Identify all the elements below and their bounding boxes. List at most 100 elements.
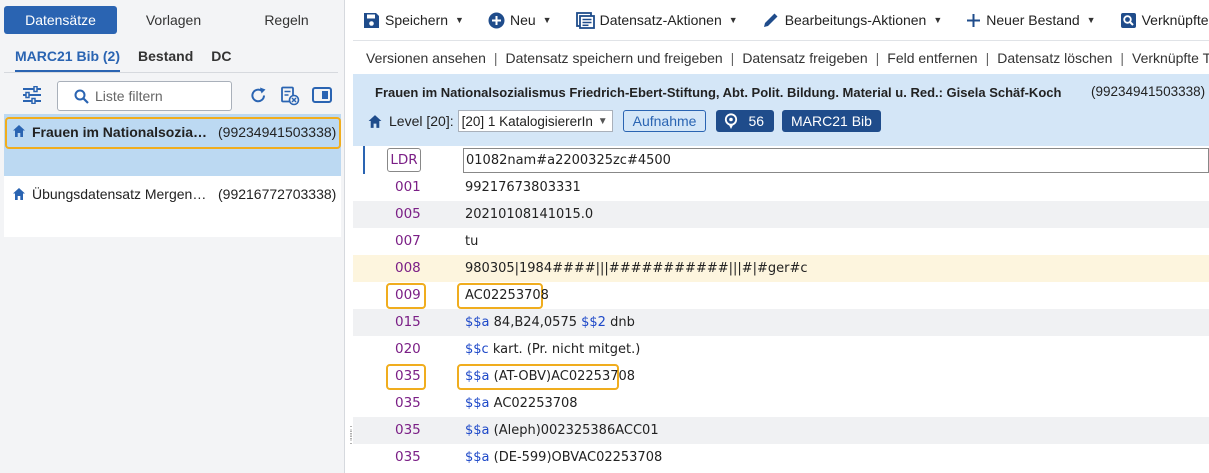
subfield-text: 20210108141015.0 [465, 207, 594, 222]
record-mms-id: (99216772703338) [218, 186, 337, 202]
editor-pane: Speichern ▼ Neu ▼ Datensatz-Aktionen ▼ B… [353, 0, 1209, 473]
level-label: Level [20]: [389, 113, 454, 129]
marc-value[interactable]: $$a (AT-OBV)AC02253708 [465, 369, 635, 384]
marc-row-020[interactable]: 020 $$c kart. (Pr. nicht mitget.) [353, 336, 1209, 363]
subfield-code: $$a [465, 423, 490, 438]
marc-value[interactable]: 20210108141015.0 [465, 207, 593, 222]
marc-value[interactable]: AC02253708 [465, 288, 549, 303]
record-full-title: Frauen im Nationalsozialismus Friedrich-… [375, 85, 1062, 100]
new-menu-button[interactable]: Neu ▼ [488, 12, 552, 29]
marc-row-035[interactable]: 035 $$a (AT-OBV)AC02253708 [353, 363, 1209, 390]
toggle-panel-icon[interactable] [312, 86, 332, 104]
action-separator: | [1120, 49, 1125, 66]
action-save-and-release[interactable]: Datensatz speichern und freigeben [506, 50, 723, 66]
list-item-selected[interactable]: Frauen im Nationalsozialis… (99234941503… [4, 114, 341, 176]
marc-tag[interactable]: 015 [395, 314, 421, 330]
action-linked-titles[interactable]: Verknüpfte Tit [1132, 50, 1209, 66]
marc-value[interactable]: 980305|1984####|||###########|||#|#ger#c [465, 261, 808, 276]
marc-row-035[interactable]: 035 $$a (Aleph)002325386ACC01 [353, 417, 1209, 444]
record-list-pane: Datensätze Vorlagen Regeln MARC21 Bib (2… [0, 0, 356, 473]
home-icon [368, 114, 382, 128]
marc-tag[interactable]: 020 [395, 341, 421, 357]
subfield-text: (AT-OBV)AC02253708 [489, 369, 636, 384]
subfield-text: 99217673803331 [465, 180, 581, 195]
marc-row-008[interactable]: 008 980305|1984####|||###########|||#|#ge… [353, 255, 1209, 282]
marc-row-ldr: LDR 01082nam#a2200325zc#4500 [353, 146, 1209, 174]
caret-down-icon: ▼ [728, 15, 738, 25]
record-title: Übungsdatensatz Mergen: … [32, 186, 210, 202]
tab-datensaetze[interactable]: Datensätze [4, 6, 117, 34]
marc-tag[interactable]: 035 [395, 368, 421, 384]
search-icon [74, 89, 89, 104]
records-icon [575, 11, 595, 29]
tab-regeln[interactable]: Regeln [230, 6, 343, 34]
divider [4, 72, 338, 73]
record-actions-menu-button[interactable]: Datensatz-Aktionen ▼ [575, 11, 738, 29]
subfield-code: $$a [465, 450, 490, 465]
marc-row-007[interactable]: 007 tu [353, 228, 1209, 255]
action-delete-record[interactable]: Datensatz löschen [997, 50, 1112, 66]
new-label: Neu [509, 12, 536, 28]
caret-down-icon: ▼ [1086, 15, 1096, 25]
tab-dc[interactable]: DC [211, 48, 231, 73]
subfield-text: 980305|1984####|||###########|||#|#ger#c [465, 261, 808, 276]
subfield-text: (Aleph)002325386ACC01 [489, 423, 659, 438]
chevron-down-icon: ▼ [597, 115, 608, 127]
edit-actions-menu-button[interactable]: Bearbeitungs-Aktionen ▼ [762, 11, 942, 29]
linked-data-button[interactable]: Verknüpfte D [1120, 12, 1209, 29]
caret-down-icon: ▼ [542, 15, 552, 25]
marc-value[interactable]: tu [465, 234, 478, 249]
list-filter-input[interactable]: Liste filtern [57, 81, 232, 111]
aufnahme-button[interactable]: Aufnahme [622, 110, 707, 132]
tab-vorlagen[interactable]: Vorlagen [117, 6, 230, 34]
ldr-value-field[interactable]: 01082nam#a2200325zc#4500 [463, 148, 1209, 173]
clear-records-icon[interactable] [280, 86, 300, 106]
marc-tag[interactable]: 005 [395, 206, 421, 222]
action-remove-field[interactable]: Feld entfernen [887, 50, 977, 66]
tab-bestand[interactable]: Bestand [138, 48, 193, 73]
new-holding-menu-button[interactable]: Neuer Bestand ▼ [966, 12, 1096, 28]
inventory-count-badge[interactable]: 56 [716, 110, 775, 132]
sub-tabs: MARC21 Bib (2) Bestand DC [15, 48, 249, 73]
subfield-code: $$c [465, 342, 489, 357]
subfield-code: $$2 [581, 315, 606, 330]
marc-row-001[interactable]: 001 99217673803331 [353, 174, 1209, 201]
marc-tag[interactable]: 009 [395, 287, 421, 303]
save-icon [364, 12, 379, 28]
marc-tag[interactable]: 007 [395, 233, 421, 249]
marc-tag[interactable]: 035 [395, 422, 421, 438]
marc-value[interactable]: $$a AC02253708 [465, 396, 578, 411]
ldr-tag[interactable]: LDR [387, 148, 421, 172]
filter-settings-icon[interactable] [22, 86, 42, 104]
save-menu-button[interactable]: Speichern ▼ [363, 12, 464, 29]
marc-row-015[interactable]: 015 $$a 84,B24,0575 $$2 dnb [353, 309, 1209, 336]
action-view-versions[interactable]: Versionen ansehen [366, 50, 486, 66]
tab-marc21-bib[interactable]: MARC21 Bib (2) [15, 48, 121, 73]
subfield-text: AC02253708 [489, 396, 578, 411]
marc-row-035[interactable]: 035 $$a AC02253708 [353, 390, 1209, 417]
marc-value[interactable]: $$c kart. (Pr. nicht mitget.) [465, 342, 640, 357]
marc-value[interactable]: $$a (DE-599)OBVAC02253708 [465, 450, 662, 465]
caret-down-icon: ▼ [455, 15, 464, 25]
level-select[interactable]: [20] 1 KatalogisiererIn ▼ [457, 110, 613, 132]
marc-value[interactable]: $$a 84,B24,0575 $$2 dnb [465, 315, 635, 330]
new-holding-label: Neuer Bestand [986, 12, 1080, 28]
list-item[interactable]: Übungsdatensatz Mergen: … (9921677270333… [4, 183, 341, 205]
marc-value[interactable]: 99217673803331 [465, 180, 581, 195]
action-separator: | [730, 49, 735, 66]
action-separator: | [985, 49, 990, 66]
marc-value[interactable]: $$a (Aleph)002325386ACC01 [465, 423, 659, 438]
marc-tag[interactable]: 035 [395, 449, 421, 465]
record-actions-label: Datensatz-Aktionen [599, 12, 722, 28]
marc-row-009[interactable]: 009 AC02253708 [353, 282, 1209, 309]
marc-row-005[interactable]: 005 20210108141015.0 [353, 201, 1209, 228]
marc-row-035[interactable]: 035 $$a (DE-599)OBVAC02253708 [353, 444, 1209, 471]
marc-tag[interactable]: 008 [395, 260, 421, 276]
refresh-icon[interactable] [249, 86, 268, 105]
location-pin-icon [725, 112, 738, 129]
marc-tag[interactable]: 001 [395, 179, 421, 195]
marc-tag[interactable]: 035 [395, 395, 421, 411]
record-header: Frauen im Nationalsozialismus Friedrich-… [353, 74, 1209, 146]
action-release[interactable]: Datensatz freigeben [742, 50, 867, 66]
linked-search-icon [1120, 12, 1136, 28]
